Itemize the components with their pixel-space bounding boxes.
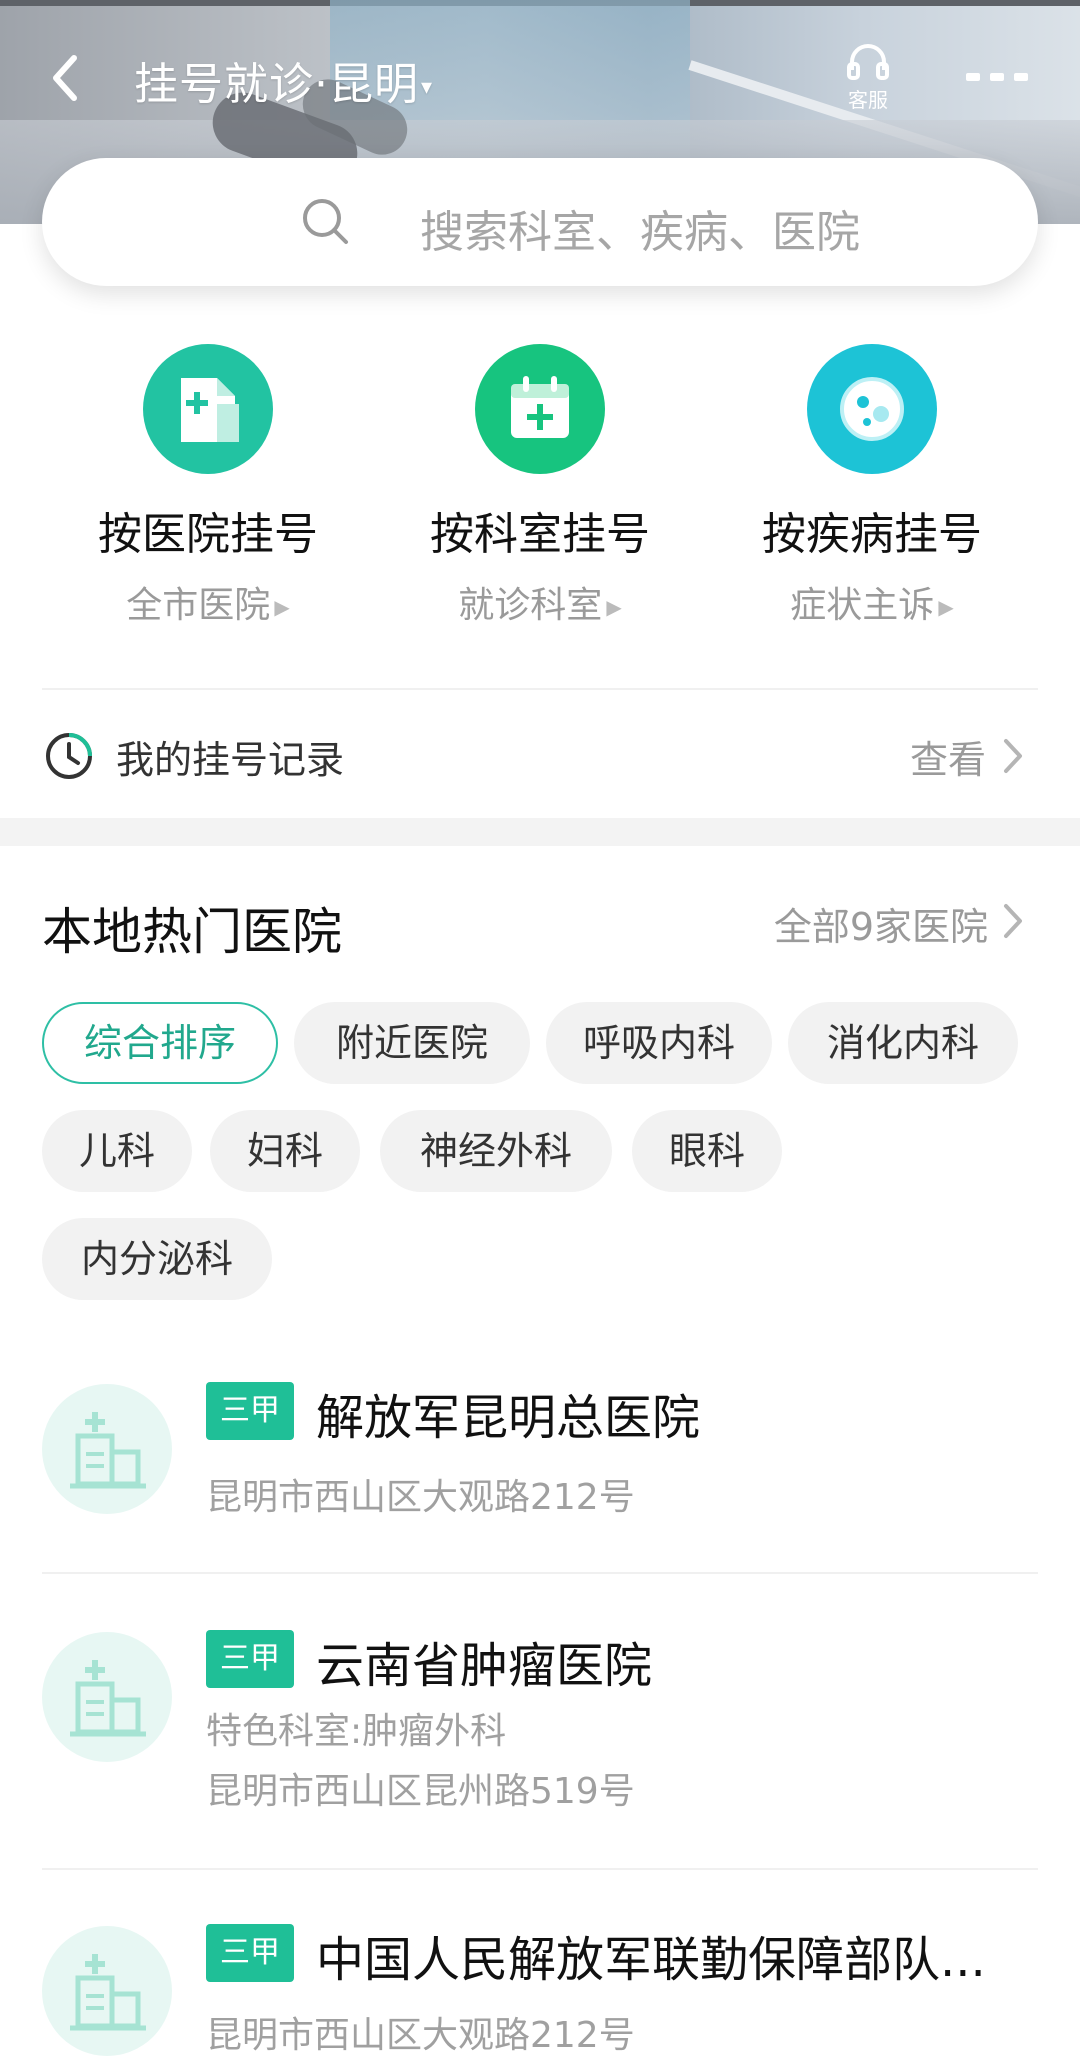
chip-ophthalmology[interactable]: 眼科 bbox=[632, 1110, 782, 1192]
section-title: 本地热门医院 bbox=[42, 903, 342, 961]
category-title: 按科室挂号 bbox=[430, 509, 650, 560]
caret-down-icon: ▾ bbox=[421, 74, 434, 100]
page-title: 挂号就诊·昆明 bbox=[134, 59, 419, 110]
record-label: 我的挂号记录 bbox=[116, 738, 345, 782]
register-by-hospital[interactable]: 按医院挂号 全市医院 ▶ bbox=[58, 344, 358, 628]
chip-nearby[interactable]: 附近医院 bbox=[294, 1002, 530, 1084]
section-separator bbox=[0, 818, 1080, 846]
headset-icon bbox=[847, 44, 889, 80]
more-icon bbox=[966, 73, 1028, 81]
chevron-left-icon bbox=[53, 55, 77, 101]
search-placeholder: 搜索科室、疾病、医院 bbox=[420, 207, 860, 258]
category-title: 按疾病挂号 bbox=[762, 509, 982, 560]
chip-neurosurgery[interactable]: 神经外科 bbox=[380, 1110, 612, 1192]
hospital-address: 昆明市西山区昆州路519号 bbox=[206, 1771, 635, 1812]
grade-badge: 三甲 bbox=[206, 1382, 294, 1440]
divider bbox=[42, 1572, 1038, 1574]
city-selector[interactable]: 挂号就诊·昆明▾ bbox=[134, 48, 433, 112]
category-sub: 就诊科室 ▶ bbox=[458, 585, 622, 626]
hospital-address: 昆明市西山区大观路212号 bbox=[206, 2015, 635, 2056]
view-link[interactable]: 查看 bbox=[910, 729, 986, 784]
germ-icon bbox=[807, 344, 937, 474]
chip-respiratory[interactable]: 呼吸内科 bbox=[546, 1002, 772, 1084]
category-sub: 全市医院 ▶ bbox=[126, 585, 290, 626]
triangle-right-icon: ▶ bbox=[938, 595, 954, 619]
back-button[interactable] bbox=[44, 48, 88, 108]
hospital-list-item[interactable]: 三甲 中国人民解放军联勤保障部队... 昆明市西山区大观路212号 bbox=[42, 1924, 1038, 2059]
hospital-list-item[interactable]: 三甲 解放军昆明总医院 昆明市西山区大观路212号 bbox=[42, 1382, 1038, 1572]
search-input[interactable]: 搜索科室、疾病、医院 bbox=[42, 158, 1038, 286]
category-sub: 症状主诉 ▶ bbox=[790, 585, 954, 626]
hospital-name: 中国人民解放军联勤保障部队... bbox=[316, 1932, 986, 1988]
divider bbox=[42, 1868, 1038, 1870]
divider bbox=[42, 688, 1038, 690]
hospital-name: 云南省肿瘤医院 bbox=[316, 1638, 653, 1694]
register-by-disease[interactable]: 按疾病挂号 症状主诉 ▶ bbox=[722, 344, 1022, 628]
chip-endocrinology[interactable]: 内分泌科 bbox=[42, 1218, 272, 1300]
more-button[interactable] bbox=[964, 62, 1030, 92]
chevron-right-icon bbox=[1004, 904, 1022, 938]
hospital-building-icon bbox=[42, 1632, 172, 1762]
chevron-right-icon bbox=[1004, 739, 1022, 773]
chip-sort-comprehensive[interactable]: 综合排序 bbox=[42, 1002, 278, 1084]
hospital-specialty: 特色科室:肿瘤外科 bbox=[206, 1711, 507, 1752]
hospital-document-icon bbox=[143, 344, 273, 474]
customer-service-button[interactable]: 客服 bbox=[838, 40, 898, 116]
triangle-right-icon: ▶ bbox=[274, 595, 290, 619]
calendar-plus-icon bbox=[475, 344, 605, 474]
hospital-building-icon bbox=[42, 1384, 172, 1514]
register-by-department[interactable]: 按科室挂号 就诊科室 ▶ bbox=[390, 344, 690, 628]
triangle-right-icon: ▶ bbox=[606, 595, 622, 619]
hospital-building-icon bbox=[42, 1926, 172, 2056]
service-label: 客服 bbox=[848, 88, 888, 112]
grade-badge: 三甲 bbox=[206, 1630, 294, 1688]
category-title: 按医院挂号 bbox=[98, 509, 318, 560]
clock-icon bbox=[46, 733, 92, 779]
hospital-name: 解放军昆明总医院 bbox=[316, 1390, 701, 1446]
hospital-address: 昆明市西山区大观路212号 bbox=[206, 1477, 635, 1518]
all-hospitals-link[interactable]: 全部9家医院 bbox=[774, 896, 988, 951]
chip-pediatrics[interactable]: 儿科 bbox=[42, 1110, 192, 1192]
grade-badge: 三甲 bbox=[206, 1924, 294, 1982]
registration-record-row[interactable]: 我的挂号记录 查看 bbox=[42, 715, 1038, 795]
search-icon bbox=[303, 199, 348, 244]
chip-gastro[interactable]: 消化内科 bbox=[788, 1002, 1018, 1084]
hospital-list-item[interactable]: 三甲 云南省肿瘤医院 特色科室:肿瘤外科 昆明市西山区昆州路519号 bbox=[42, 1630, 1038, 1860]
chip-gynecology[interactable]: 妇科 bbox=[210, 1110, 360, 1192]
